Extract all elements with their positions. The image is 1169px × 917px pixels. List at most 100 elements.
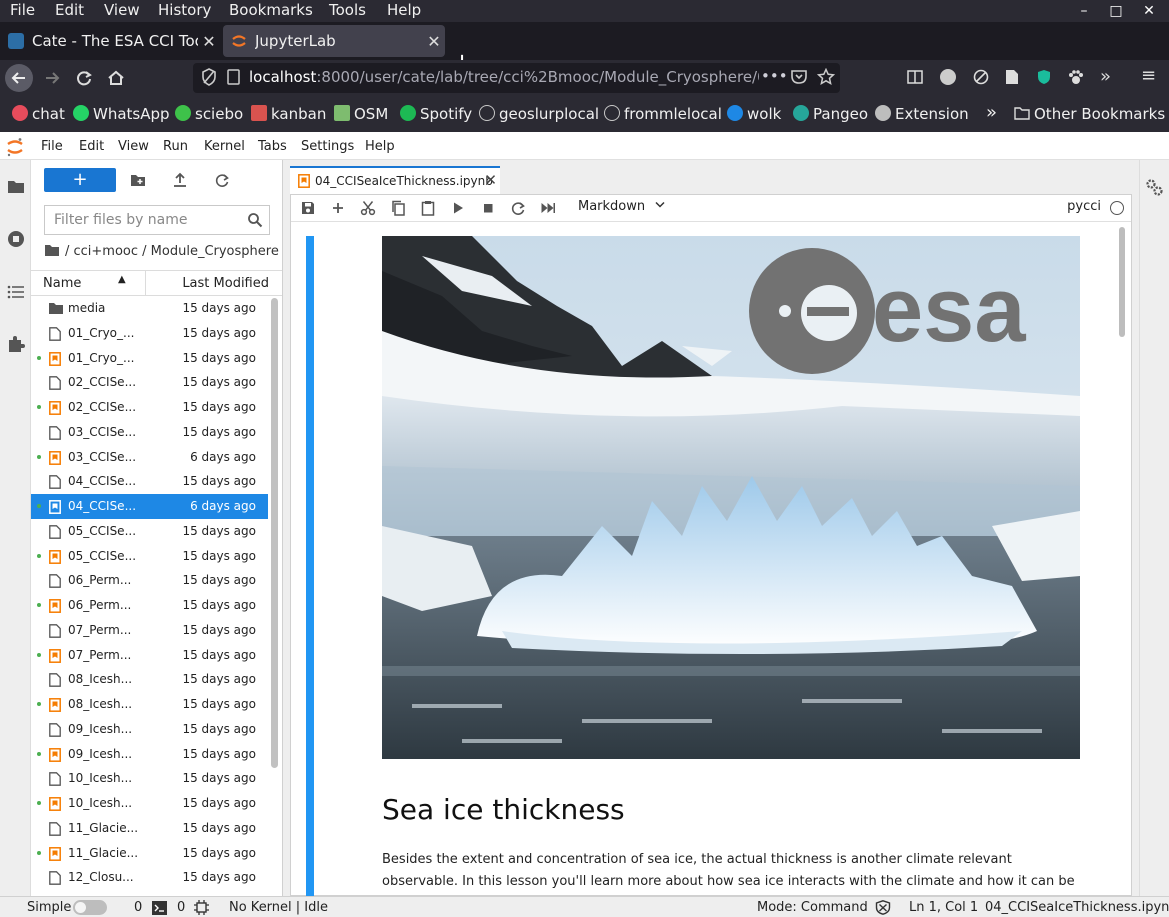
copy-icon[interactable] [390,200,406,216]
notebook-scrollbar[interactable] [1119,227,1125,337]
browser-menu-tools[interactable]: Tools [329,1,366,19]
file-row[interactable]: 01_Cryo_... 15 days ago [31,321,268,346]
bookmark-extension[interactable]: Extension [875,105,969,123]
jl-menu-view[interactable]: View [118,139,149,154]
file-row[interactable]: 03_CCISe... 15 days ago [31,420,268,445]
run-play-icon[interactable] [450,200,466,216]
jl-menu-run[interactable]: Run [163,139,188,154]
breadcrumb-path[interactable]: / cci+mooc / Module_Cryosphere / [65,244,287,259]
running-sessions-icon[interactable] [6,229,26,249]
cut-scissors-icon[interactable] [360,200,376,216]
jl-menu-edit[interactable]: Edit [79,139,104,154]
column-header-last-modified[interactable]: Last Modified [182,276,269,291]
kernel-name[interactable]: pycci [1067,199,1101,214]
extension-r-icon[interactable] [940,69,956,85]
column-header-name[interactable]: Name [43,276,81,291]
interrupt-stop-icon[interactable] [480,200,496,216]
jl-menu-kernel[interactable]: Kernel [204,139,245,154]
extension-paw-icon[interactable] [1068,69,1084,89]
kernel-chip-icon[interactable] [194,900,209,915]
window-maximize-button[interactable]: □ [1105,0,1127,22]
browser-menu-edit[interactable]: Edit [55,1,84,19]
simple-mode-toggle[interactable] [73,900,107,915]
file-row[interactable]: 09_Icesh... 15 days ago [31,742,268,767]
bookmark-kanban[interactable]: kanban [251,105,326,123]
terminal-icon[interactable] [152,901,167,915]
bookmark-wolk[interactable]: wolk [727,105,781,123]
browser-menu-file[interactable]: File [10,1,35,19]
browser-menu-view[interactable]: View [104,1,140,19]
table-of-contents-icon[interactable] [6,282,26,302]
jl-menu-settings[interactable]: Settings [301,139,354,154]
file-row[interactable]: 11_Glacie... 15 days ago [31,816,268,841]
file-row[interactable]: 08_Icesh... 15 days ago [31,667,268,692]
toolbar-overflow-icon[interactable]: » [1100,66,1111,87]
reload-button[interactable] [70,64,98,92]
restart-kernel-icon[interactable] [510,200,526,216]
window-close-button[interactable]: ✕ [1138,0,1160,22]
property-inspector-gears-icon[interactable] [1144,177,1164,197]
filter-files-input[interactable] [45,206,235,234]
bookmark-frommlelocal[interactable]: frommlelocal [604,105,722,123]
bookmark-osm[interactable]: OSM [334,105,388,123]
home-button[interactable] [102,64,130,92]
jl-menu-file[interactable]: File [41,139,63,154]
jl-menu-help[interactable]: Help [365,139,395,154]
url-text[interactable]: localhost:8000/user/cate/lab/tree/cci%2B… [249,68,759,86]
save-icon[interactable] [300,200,316,216]
bookmarks-overflow-icon[interactable]: » [986,102,997,123]
browser-tab-jupyterlab[interactable]: JupyterLab ✕ [223,25,445,57]
browser-menu-help[interactable]: Help [387,1,421,19]
file-row[interactable]: 11_Glacie... 15 days ago [31,841,268,866]
file-row[interactable]: 04_CCISe... 15 days ago [31,469,268,494]
column-divider[interactable] [145,271,146,295]
restart-run-all-fast-forward-icon[interactable] [540,200,556,216]
file-row[interactable]: 09_Icesh... 15 days ago [31,717,268,742]
breadcrumb[interactable]: / cci+mooc / Module_Cryosphere / [45,244,287,259]
browser-menu-bookmarks[interactable]: Bookmarks [229,1,313,19]
file-list-scrollbar[interactable] [271,298,278,768]
reader-view-icon[interactable] [907,69,923,89]
bookmark-geoslurplocal[interactable]: geoslurplocal [479,105,599,123]
file-row[interactable]: media 15 days ago [31,296,268,321]
extension-page-icon[interactable] [1005,69,1019,89]
cell-collapser[interactable] [306,236,314,897]
cursor-position[interactable]: Ln 1, Col 1 [909,900,978,915]
close-tab-icon[interactable]: ✕ [484,171,497,189]
kernel-status-text[interactable]: No Kernel | Idle [229,900,328,915]
file-row[interactable]: 04_CCISe... 6 days ago [31,494,268,519]
file-row[interactable]: 06_Perm... 15 days ago [31,593,268,618]
folder-icon[interactable] [45,244,59,256]
bookmark-chat[interactable]: chat [12,105,65,123]
bookmark-star-icon[interactable] [816,67,836,90]
file-row[interactable]: 08_Icesh... 15 days ago [31,692,268,717]
paste-clipboard-icon[interactable] [420,200,436,216]
file-browser-folder-icon[interactable] [6,177,26,197]
hamburger-menu-icon[interactable]: ≡ [1141,65,1156,86]
bookmark-whatsapp[interactable]: WhatsApp [73,105,170,123]
bookmark-pangeo[interactable]: Pangeo [793,105,868,123]
tab-notebook-04[interactable]: 04_CCISeaIceThickness.ipynb ✕ [290,166,500,194]
refresh-icon[interactable] [214,172,230,188]
new-launcher-button[interactable]: + [44,168,116,192]
page-info-icon[interactable] [227,68,241,90]
terminal-count[interactable]: 0 [134,900,142,915]
back-button[interactable] [5,64,33,92]
file-row[interactable]: 10_Icesh... 15 days ago [31,766,268,791]
file-row[interactable]: 07_Perm... 15 days ago [31,618,268,643]
url-bar[interactable]: localhost:8000/user/cate/lab/tree/cci%2B… [193,63,840,93]
file-row[interactable]: 10_Icesh... 15 days ago [31,791,268,816]
file-row[interactable]: 01_Cryo_... 15 days ago [31,346,268,371]
page-actions-icon[interactable]: ••• [761,67,788,85]
forward-button[interactable] [38,64,66,92]
file-row[interactable]: 02_CCISe... 15 days ago [31,370,268,395]
file-row[interactable]: 05_CCISe... 15 days ago [31,519,268,544]
bookmark-sciebo[interactable]: sciebo [175,105,243,123]
new-folder-icon[interactable] [130,172,146,188]
extension-manager-puzzle-icon[interactable] [6,334,26,354]
insert-cell-plus-icon[interactable] [330,200,346,216]
sort-ascending-icon[interactable]: ▲ [118,274,126,285]
kernel-count[interactable]: 0 [177,900,185,915]
file-row[interactable]: 07_Perm... 15 days ago [31,643,268,668]
file-row[interactable]: 06_Perm... 15 days ago [31,568,268,593]
